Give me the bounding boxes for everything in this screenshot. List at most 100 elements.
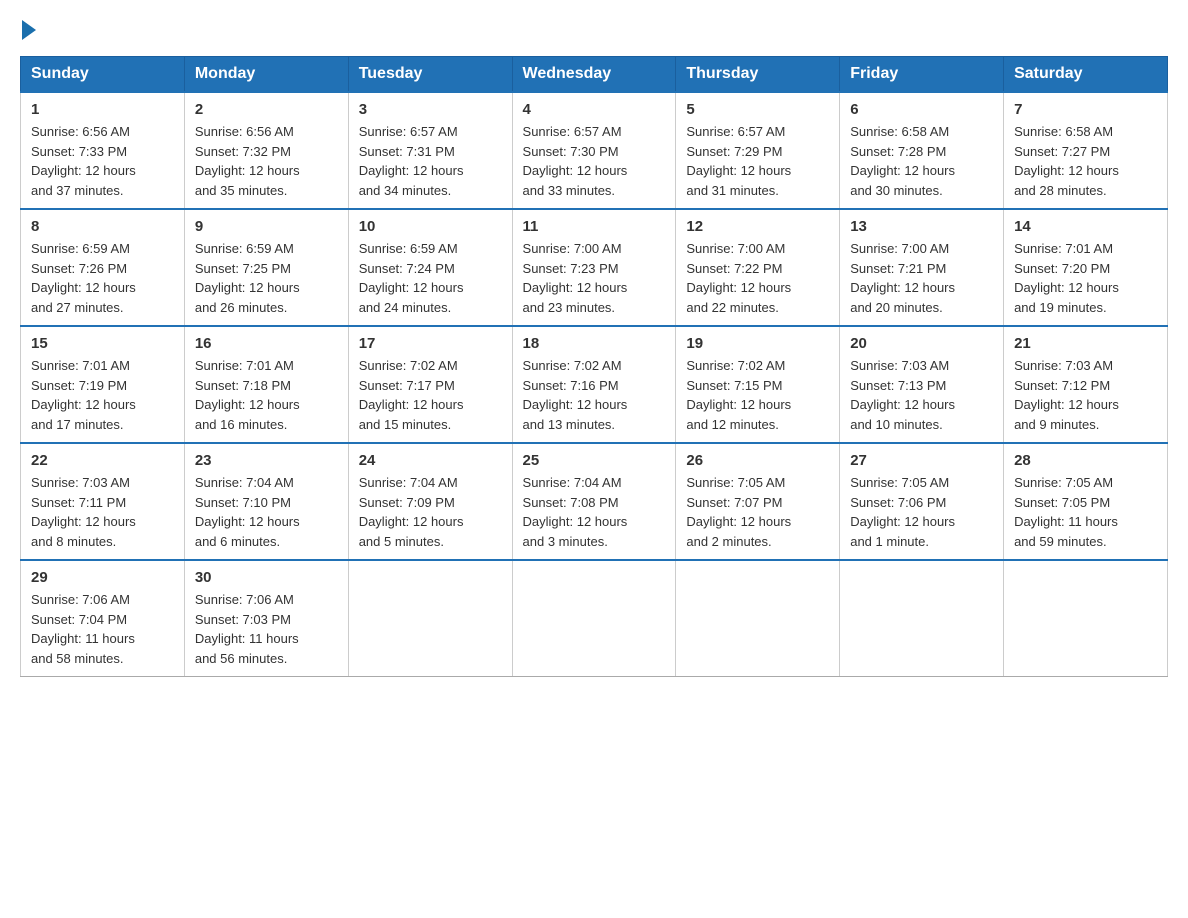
day-info: Sunrise: 7:04 AMSunset: 7:10 PMDaylight:… bbox=[195, 473, 338, 551]
empty-cell bbox=[348, 560, 512, 677]
weekday-header-monday: Monday bbox=[184, 57, 348, 93]
day-number: 14 bbox=[1014, 218, 1157, 235]
day-cell-3: 3 Sunrise: 6:57 AMSunset: 7:31 PMDaylight… bbox=[348, 92, 512, 209]
day-cell-6: 6 Sunrise: 6:58 AMSunset: 7:28 PMDaylight… bbox=[840, 92, 1004, 209]
week-row-4: 22 Sunrise: 7:03 AMSunset: 7:11 PMDayligh… bbox=[21, 443, 1168, 560]
day-info: Sunrise: 7:02 AMSunset: 7:17 PMDaylight:… bbox=[359, 356, 502, 434]
weekday-header-tuesday: Tuesday bbox=[348, 57, 512, 93]
day-info: Sunrise: 7:02 AMSunset: 7:16 PMDaylight:… bbox=[523, 356, 666, 434]
day-cell-24: 24 Sunrise: 7:04 AMSunset: 7:09 PMDayligh… bbox=[348, 443, 512, 560]
day-info: Sunrise: 7:06 AMSunset: 7:04 PMDaylight:… bbox=[31, 590, 174, 668]
empty-cell bbox=[512, 560, 676, 677]
day-number: 2 bbox=[195, 101, 338, 118]
day-cell-27: 27Sunrise: 7:05 AMSunset: 7:06 PMDayligh… bbox=[840, 443, 1004, 560]
day-info: Sunrise: 7:02 AMSunset: 7:15 PMDaylight:… bbox=[686, 356, 829, 434]
day-cell-7: 7Sunrise: 6:58 AMSunset: 7:27 PMDaylight… bbox=[1004, 92, 1168, 209]
day-number: 25 bbox=[523, 452, 666, 469]
day-number: 1 bbox=[31, 101, 174, 118]
empty-cell bbox=[840, 560, 1004, 677]
day-info: Sunrise: 7:05 AMSunset: 7:07 PMDaylight:… bbox=[686, 473, 829, 551]
day-cell-5: 5 Sunrise: 6:57 AMSunset: 7:29 PMDaylight… bbox=[676, 92, 840, 209]
day-cell-16: 16 Sunrise: 7:01 AMSunset: 7:18 PMDayligh… bbox=[184, 326, 348, 443]
day-info: Sunrise: 7:06 AMSunset: 7:03 PMDaylight:… bbox=[195, 590, 338, 668]
day-cell-20: 20Sunrise: 7:03 AMSunset: 7:13 PMDayligh… bbox=[840, 326, 1004, 443]
day-cell-29: 29 Sunrise: 7:06 AMSunset: 7:04 PMDayligh… bbox=[21, 560, 185, 677]
day-info: Sunrise: 6:56 AMSunset: 7:32 PMDaylight:… bbox=[195, 122, 338, 200]
day-number: 11 bbox=[523, 218, 666, 235]
day-cell-4: 4 Sunrise: 6:57 AMSunset: 7:30 PMDaylight… bbox=[512, 92, 676, 209]
weekday-header-saturday: Saturday bbox=[1004, 57, 1168, 93]
day-number: 24 bbox=[359, 452, 502, 469]
day-number: 29 bbox=[31, 569, 174, 586]
day-number: 4 bbox=[523, 101, 666, 118]
day-cell-13: 13 Sunrise: 7:00 AMSunset: 7:21 PMDayligh… bbox=[840, 209, 1004, 326]
logo bbox=[20, 20, 38, 40]
day-cell-10: 10 Sunrise: 6:59 AMSunset: 7:24 PMDayligh… bbox=[348, 209, 512, 326]
day-number: 21 bbox=[1014, 335, 1157, 352]
day-info: Sunrise: 7:03 AMSunset: 7:11 PMDaylight:… bbox=[31, 473, 174, 551]
day-number: 12 bbox=[686, 218, 829, 235]
day-cell-9: 9 Sunrise: 6:59 AMSunset: 7:25 PMDaylight… bbox=[184, 209, 348, 326]
day-cell-15: 15Sunrise: 7:01 AMSunset: 7:19 PMDayligh… bbox=[21, 326, 185, 443]
day-number: 20 bbox=[850, 335, 993, 352]
week-row-3: 15Sunrise: 7:01 AMSunset: 7:19 PMDayligh… bbox=[21, 326, 1168, 443]
day-cell-22: 22 Sunrise: 7:03 AMSunset: 7:11 PMDayligh… bbox=[21, 443, 185, 560]
day-number: 7 bbox=[1014, 101, 1157, 118]
day-info: Sunrise: 7:01 AMSunset: 7:20 PMDaylight:… bbox=[1014, 239, 1157, 317]
day-info: Sunrise: 7:00 AMSunset: 7:21 PMDaylight:… bbox=[850, 239, 993, 317]
day-number: 10 bbox=[359, 218, 502, 235]
day-cell-17: 17Sunrise: 7:02 AMSunset: 7:17 PMDayligh… bbox=[348, 326, 512, 443]
day-info: Sunrise: 7:03 AMSunset: 7:12 PMDaylight:… bbox=[1014, 356, 1157, 434]
day-info: Sunrise: 6:59 AMSunset: 7:25 PMDaylight:… bbox=[195, 239, 338, 317]
day-cell-18: 18 Sunrise: 7:02 AMSunset: 7:16 PMDayligh… bbox=[512, 326, 676, 443]
day-number: 8 bbox=[31, 218, 174, 235]
day-cell-25: 25 Sunrise: 7:04 AMSunset: 7:08 PMDayligh… bbox=[512, 443, 676, 560]
day-info: Sunrise: 7:05 AMSunset: 7:05 PMDaylight:… bbox=[1014, 473, 1157, 551]
day-number: 16 bbox=[195, 335, 338, 352]
weekday-header-row: SundayMondayTuesdayWednesdayThursdayFrid… bbox=[21, 57, 1168, 93]
day-cell-8: 8 Sunrise: 6:59 AMSunset: 7:26 PMDaylight… bbox=[21, 209, 185, 326]
day-info: Sunrise: 7:01 AMSunset: 7:18 PMDaylight:… bbox=[195, 356, 338, 434]
day-number: 19 bbox=[686, 335, 829, 352]
weekday-header-wednesday: Wednesday bbox=[512, 57, 676, 93]
day-info: Sunrise: 7:04 AMSunset: 7:08 PMDaylight:… bbox=[523, 473, 666, 551]
day-cell-30: 30 Sunrise: 7:06 AMSunset: 7:03 PMDayligh… bbox=[184, 560, 348, 677]
week-row-2: 8 Sunrise: 6:59 AMSunset: 7:26 PMDaylight… bbox=[21, 209, 1168, 326]
empty-cell bbox=[1004, 560, 1168, 677]
day-info: Sunrise: 6:57 AMSunset: 7:31 PMDaylight:… bbox=[359, 122, 502, 200]
day-number: 18 bbox=[523, 335, 666, 352]
empty-cell bbox=[676, 560, 840, 677]
logo-arrow-icon bbox=[22, 20, 36, 40]
day-cell-11: 11 Sunrise: 7:00 AMSunset: 7:23 PMDayligh… bbox=[512, 209, 676, 326]
day-info: Sunrise: 6:59 AMSunset: 7:26 PMDaylight:… bbox=[31, 239, 174, 317]
day-number: 3 bbox=[359, 101, 502, 118]
day-number: 30 bbox=[195, 569, 338, 586]
day-info: Sunrise: 6:58 AMSunset: 7:28 PMDaylight:… bbox=[850, 122, 993, 200]
day-cell-12: 12 Sunrise: 7:00 AMSunset: 7:22 PMDayligh… bbox=[676, 209, 840, 326]
day-info: Sunrise: 6:57 AMSunset: 7:30 PMDaylight:… bbox=[523, 122, 666, 200]
day-number: 5 bbox=[686, 101, 829, 118]
day-info: Sunrise: 6:59 AMSunset: 7:24 PMDaylight:… bbox=[359, 239, 502, 317]
day-info: Sunrise: 6:57 AMSunset: 7:29 PMDaylight:… bbox=[686, 122, 829, 200]
day-number: 28 bbox=[1014, 452, 1157, 469]
day-number: 23 bbox=[195, 452, 338, 469]
day-cell-28: 28 Sunrise: 7:05 AMSunset: 7:05 PMDayligh… bbox=[1004, 443, 1168, 560]
day-info: Sunrise: 7:00 AMSunset: 7:23 PMDaylight:… bbox=[523, 239, 666, 317]
day-number: 26 bbox=[686, 452, 829, 469]
day-cell-23: 23 Sunrise: 7:04 AMSunset: 7:10 PMDayligh… bbox=[184, 443, 348, 560]
day-number: 6 bbox=[850, 101, 993, 118]
day-info: Sunrise: 7:04 AMSunset: 7:09 PMDaylight:… bbox=[359, 473, 502, 551]
day-cell-26: 26 Sunrise: 7:05 AMSunset: 7:07 PMDayligh… bbox=[676, 443, 840, 560]
day-info: Sunrise: 6:56 AMSunset: 7:33 PMDaylight:… bbox=[31, 122, 174, 200]
day-number: 9 bbox=[195, 218, 338, 235]
day-info: Sunrise: 7:00 AMSunset: 7:22 PMDaylight:… bbox=[686, 239, 829, 317]
weekday-header-sunday: Sunday bbox=[21, 57, 185, 93]
day-cell-14: 14 Sunrise: 7:01 AMSunset: 7:20 PMDayligh… bbox=[1004, 209, 1168, 326]
day-number: 22 bbox=[31, 452, 174, 469]
weekday-header-friday: Friday bbox=[840, 57, 1004, 93]
day-cell-21: 21 Sunrise: 7:03 AMSunset: 7:12 PMDayligh… bbox=[1004, 326, 1168, 443]
day-cell-1: 1 Sunrise: 6:56 AMSunset: 7:33 PMDaylight… bbox=[21, 92, 185, 209]
day-number: 13 bbox=[850, 218, 993, 235]
weekday-header-thursday: Thursday bbox=[676, 57, 840, 93]
calendar-table: SundayMondayTuesdayWednesdayThursdayFrid… bbox=[20, 56, 1168, 677]
